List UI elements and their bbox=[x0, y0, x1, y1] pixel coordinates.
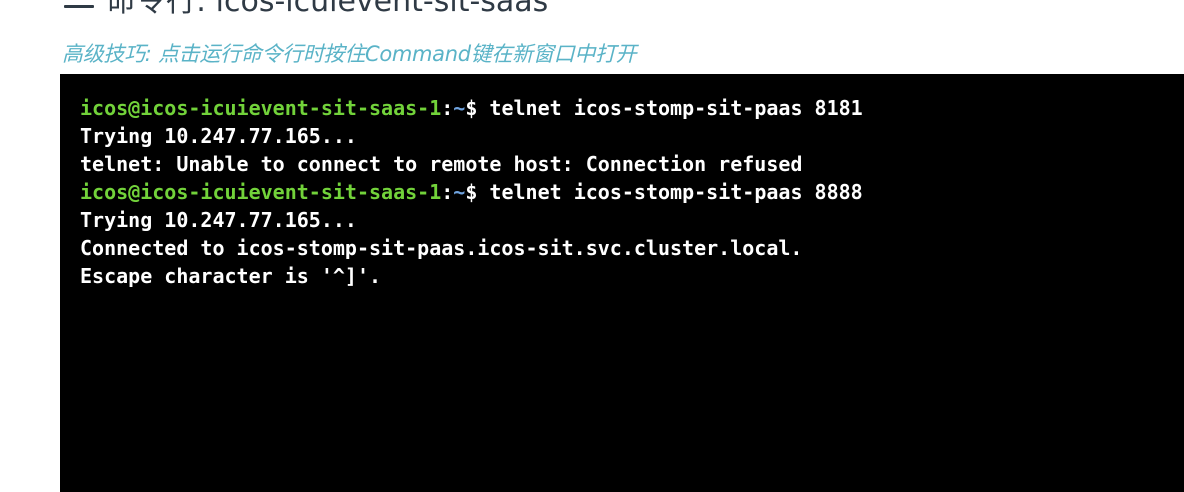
terminal-line: Trying 10.247.77.165... bbox=[80, 206, 1184, 234]
terminal-lines-icon bbox=[62, 0, 96, 13]
command-text: telnet icos-stomp-sit-paas 8888 bbox=[489, 180, 863, 204]
output-text: Escape character is '^]'. bbox=[80, 264, 382, 288]
page-title-row: 命令行: icos-icuievent-sit-saas bbox=[62, 0, 549, 19]
prompt-separator: : bbox=[441, 96, 454, 120]
prompt-symbol: $ bbox=[465, 180, 490, 204]
command-text: telnet icos-stomp-sit-paas 8181 bbox=[489, 96, 863, 120]
prompt-user-host: icos@icos-icuievent-sit-saas-1 bbox=[80, 96, 442, 120]
terminal-line: Escape character is '^]'. bbox=[80, 262, 1184, 290]
output-text: Trying 10.247.77.165... bbox=[80, 124, 357, 148]
prompt-path: ~ bbox=[453, 180, 466, 204]
output-text: telnet: Unable to connect to remote host… bbox=[80, 152, 803, 176]
prompt-symbol: $ bbox=[465, 96, 490, 120]
terminal-line: Trying 10.247.77.165... bbox=[80, 122, 1184, 150]
pro-tip-text: 高级技巧: 点击运行命令行时按住Command键在新窗口中打开 bbox=[62, 42, 637, 66]
terminal-line: icos@icos-icuievent-sit-saas-1:~$ telnet… bbox=[80, 94, 1184, 122]
output-text: Trying 10.247.77.165... bbox=[80, 208, 357, 232]
terminal-line: telnet: Unable to connect to remote host… bbox=[80, 150, 1184, 178]
terminal-line: icos@icos-icuievent-sit-saas-1:~$ telnet… bbox=[80, 178, 1184, 206]
prompt-user-host: icos@icos-icuievent-sit-saas-1 bbox=[80, 180, 442, 204]
prompt-separator: : bbox=[441, 180, 454, 204]
terminal-window[interactable]: icos@icos-icuievent-sit-saas-1:~$ telnet… bbox=[60, 74, 1184, 492]
terminal-line: Connected to icos-stomp-sit-paas.icos-si… bbox=[80, 234, 1184, 262]
page-title: 命令行: icos-icuievent-sit-saas bbox=[106, 0, 549, 19]
output-text: Connected to icos-stomp-sit-paas.icos-si… bbox=[80, 236, 803, 260]
prompt-path: ~ bbox=[453, 96, 466, 120]
